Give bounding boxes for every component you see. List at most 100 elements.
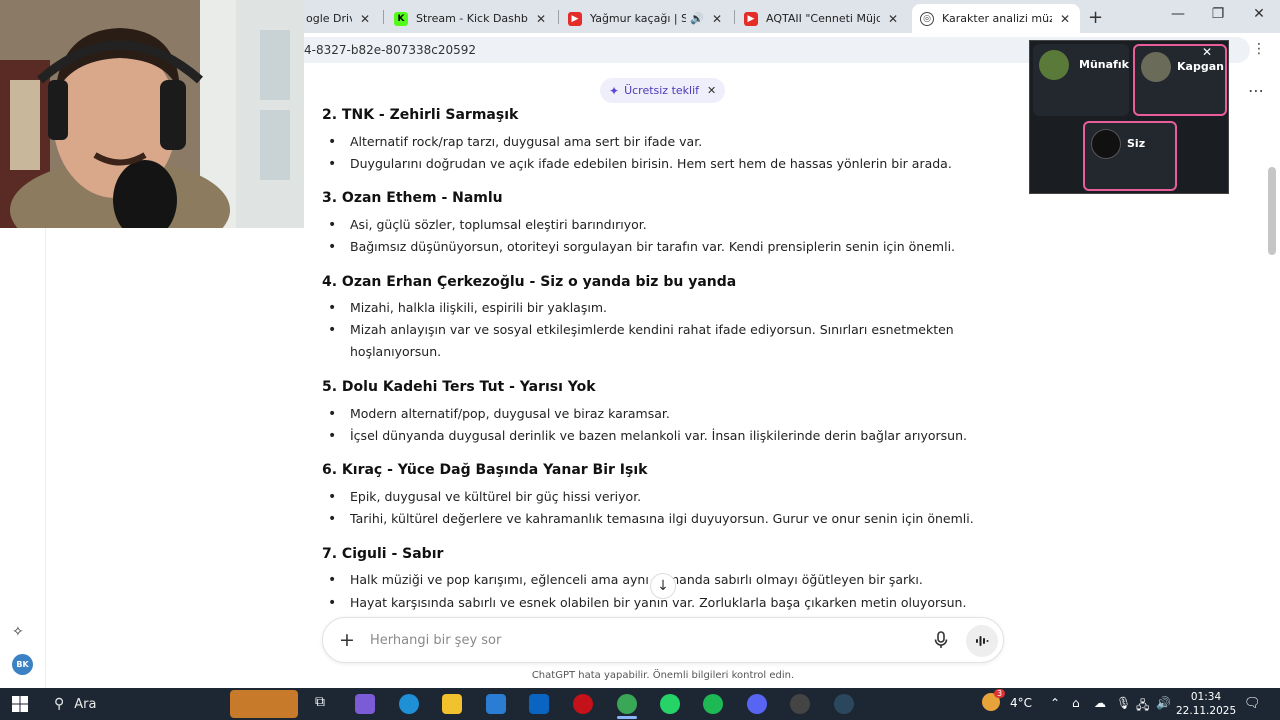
participant-tile[interactable]: Siz xyxy=(1083,121,1177,191)
voice-call-overlay: Münafık Kapgan ✕ Siz xyxy=(1029,40,1229,194)
voice-mode-button[interactable] xyxy=(966,625,998,657)
opera-icon[interactable] xyxy=(573,694,593,714)
plus-icon[interactable]: + xyxy=(339,629,355,651)
tab-title: AQTAII "Cenneti Müjde xyxy=(766,12,880,25)
minimize-button[interactable]: — xyxy=(1168,6,1188,22)
chrome-icon[interactable] xyxy=(617,694,637,714)
tab-divider xyxy=(734,10,735,24)
cloud-icon[interactable]: ☁ xyxy=(1094,696,1106,710)
song-heading: 7. Ciguli - Sabır xyxy=(322,546,444,562)
list-item: Asi, güçlü sözler, toplumsal eleştiri ba… xyxy=(322,214,982,236)
avatar[interactable]: BK xyxy=(12,654,33,675)
tab-divider xyxy=(558,10,559,24)
tab-title: Yağmur kaçağı | Saz xyxy=(590,12,687,25)
scroll-down-button[interactable]: ↓ xyxy=(650,573,676,599)
close-icon[interactable]: ✕ xyxy=(886,12,900,26)
list-item: Mizah anlayışın var ve sosyal etkileşiml… xyxy=(322,319,962,363)
search-icon: ⚲ xyxy=(54,696,65,712)
task-view-icon[interactable]: ⧉ xyxy=(310,694,330,714)
close-icon[interactable]: ✕ xyxy=(710,12,724,26)
list-item: Modern alternatif/pop, duygusal ve biraz… xyxy=(322,403,982,425)
tab-divider xyxy=(383,10,384,24)
chevron-up-icon[interactable]: ⌃ xyxy=(1050,696,1060,710)
close-icon[interactable]: ✕ xyxy=(534,12,548,26)
restore-button[interactable]: ❐ xyxy=(1208,6,1228,22)
volume-icon[interactable]: 🔊 xyxy=(1156,696,1171,710)
chatgpt-icon: ◎ xyxy=(920,11,934,26)
participant-name: Siz xyxy=(1127,137,1146,150)
obs-icon[interactable] xyxy=(790,694,810,714)
list-item: Mizahi, halkla ilişkili, espirili bir ya… xyxy=(322,297,982,319)
kick-icon: K xyxy=(394,11,408,26)
webcam-overlay xyxy=(0,0,304,228)
usb-icon[interactable]: ⌂ xyxy=(1072,696,1080,710)
microphone-icon[interactable]: 🎙 xyxy=(1116,696,1131,710)
song-heading: 2. TNK - Zehirli Sarmaşık xyxy=(322,107,519,123)
list-item: İçsel dünyanda duygusal derinlik ve baze… xyxy=(322,425,982,447)
list-item: Hayat karşısında sabırlı ve esnek olabil… xyxy=(322,592,982,614)
close-icon[interactable]: ✕ xyxy=(358,12,372,26)
list-item: Duygularını doğrudan ve açık ifade edebi… xyxy=(322,153,982,175)
waveform-icon xyxy=(976,636,989,646)
participant-tile[interactable]: Münafık xyxy=(1033,44,1129,116)
chat-response: 2. TNK - Zehirli Sarmaşık Alternatif roc… xyxy=(322,67,1002,615)
file-explorer-icon[interactable] xyxy=(442,694,462,714)
avatar xyxy=(1091,129,1121,159)
search-label: Ara xyxy=(74,696,97,712)
song-heading: 5. Dolu Kadehi Ters Tut - Yarısı Yok xyxy=(322,379,596,395)
youtube-icon: ▶ xyxy=(568,11,582,26)
avatar xyxy=(1141,52,1171,82)
copilot-icon[interactable] xyxy=(355,694,375,714)
list-item: Bağımsız düşünüyorsun, otoriteyi sorgula… xyxy=(322,236,982,258)
song-heading: 3. Ozan Ethem - Namlu xyxy=(322,190,503,206)
clock-date: 22.11.2025 xyxy=(1176,705,1237,717)
notification-icon[interactable]: 🗨 xyxy=(1244,696,1261,711)
list-item: Alternatif rock/rap tarzı, duygusal ama … xyxy=(322,131,982,153)
steam-icon[interactable] xyxy=(834,694,854,714)
microphone-icon[interactable] xyxy=(933,631,949,649)
windows-start-icon[interactable] xyxy=(12,696,28,712)
weather-temp[interactable]: 4°C xyxy=(1010,696,1032,710)
close-icon[interactable]: ✕ xyxy=(1202,45,1212,59)
avatar xyxy=(1039,50,1069,80)
discord-icon[interactable] xyxy=(747,694,767,714)
tab-karakter-analizi[interactable]: ◎ Karakter analizi müziğe ✕ xyxy=(912,4,1080,33)
windows-taskbar: ⚲ Ara ⧉ 3 4°C ⌃ ⌂ ☁ 🎙 🖧 🔊 01:34 22.11.20… xyxy=(0,688,1280,720)
list-item: Epik, duygusal ve kültürel bir güç hissi… xyxy=(322,486,982,508)
active-indicator xyxy=(617,716,637,719)
speaker-icon[interactable]: 🔊 xyxy=(690,12,704,25)
tab-title: Stream - Kick Dashboar xyxy=(416,12,528,25)
tab-title: ogle Drive xyxy=(306,12,352,25)
weather-badge: 3 xyxy=(994,689,1006,698)
taskbar-search[interactable]: ⚲ Ara xyxy=(46,690,298,718)
song-heading: 4. Ozan Erhan Çerkezoğlu - Siz o yanda b… xyxy=(322,274,737,290)
store-icon[interactable] xyxy=(486,694,506,714)
close-icon[interactable]: ✕ xyxy=(1058,12,1072,26)
browser-menu-icon[interactable]: ⋮ xyxy=(1252,41,1266,57)
network-icon[interactable]: 🖧 xyxy=(1136,696,1149,717)
composer-placeholder[interactable]: Herhangi bir şey sor xyxy=(370,633,501,648)
participant-tile[interactable]: Kapgan xyxy=(1133,44,1227,116)
participant-name: Münafık xyxy=(1079,58,1129,71)
scrollbar[interactable] xyxy=(1268,167,1276,255)
system-clock[interactable]: 01:34 22.11.2025 xyxy=(1176,690,1236,718)
new-tab-button[interactable]: + xyxy=(1088,7,1103,28)
tab-google-drive[interactable]: ogle Drive ✕ xyxy=(298,4,380,33)
edge-icon[interactable] xyxy=(399,694,419,714)
outlook-icon[interactable] xyxy=(529,694,549,714)
spotify-icon[interactable] xyxy=(703,694,723,714)
webcam-feed-image xyxy=(0,0,304,228)
search-highlight-image xyxy=(230,690,298,718)
more-options-icon[interactable]: ⋯ xyxy=(1248,81,1264,100)
sparkle-icon[interactable]: ✧ xyxy=(12,624,24,640)
clock-time: 01:34 xyxy=(1190,691,1222,703)
list-item: Tarihi, kültürel değerlere ve kahramanlı… xyxy=(322,508,982,530)
close-window-button[interactable]: ✕ xyxy=(1249,6,1269,22)
whatsapp-icon[interactable] xyxy=(660,694,680,714)
song-heading: 6. Kıraç - Yüce Dağ Başında Yanar Bir Iş… xyxy=(322,462,648,478)
tab-yagmur-kacagi[interactable]: ▶ Yağmur kaçağı | Saz 🔊 ✕ xyxy=(560,4,732,33)
tab-kick-dashboard[interactable]: K Stream - Kick Dashboar ✕ xyxy=(386,4,556,33)
youtube-icon: ▶ xyxy=(744,11,758,26)
tab-aqtaii[interactable]: ▶ AQTAII "Cenneti Müjde ✕ xyxy=(736,4,908,33)
chat-composer[interactable]: + Herhangi bir şey sor xyxy=(322,617,1004,663)
